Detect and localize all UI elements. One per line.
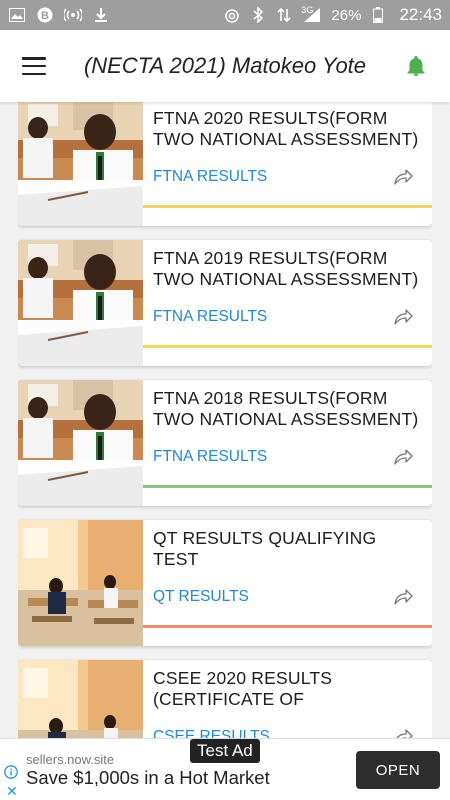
result-thumbnail — [18, 380, 143, 506]
close-icon[interactable]: ✕ — [6, 783, 18, 800]
share-icon[interactable] — [392, 306, 414, 328]
accent-bar — [143, 625, 432, 628]
share-icon[interactable] — [392, 586, 414, 608]
card-body: CSEE 2020 RESULTS (CERTIFICATE OF SECOND… — [143, 660, 432, 740]
card-title: FTNA 2019 RESULTS(FORM TWO NATIONAL ASSE… — [153, 248, 419, 289]
bitcoin-icon: B — [36, 7, 54, 23]
svg-text:B: B — [41, 10, 49, 22]
result-thumbnail — [18, 240, 143, 366]
battery-percent: 26% — [331, 6, 362, 24]
signal-icon: 3G — [301, 5, 323, 23]
ad-headline[interactable]: Save $1,000s in a Hot Market — [26, 767, 270, 789]
app-bar: (NECTA 2021) Matokeo Yote — [0, 30, 450, 102]
page-title: (NECTA 2021) Matokeo Yote — [83, 53, 367, 78]
result-card[interactable]: FTNA 2019 RESULTS(FORM TWO NATIONAL ASSE… — [18, 240, 432, 366]
accent-bar — [143, 345, 432, 348]
accent-bar — [143, 485, 432, 488]
results-link[interactable]: FTNA RESULTS — [153, 168, 267, 186]
result-card[interactable]: CSEE 2020 RESULTS (CERTIFICATE OF SECOND… — [18, 660, 432, 740]
results-link[interactable]: FTNA RESULTS — [153, 448, 267, 466]
card-title: QT RESULTS QUALIFYING TEST — [153, 528, 377, 569]
bluetooth-icon — [249, 7, 267, 23]
results-link[interactable]: QT RESULTS — [153, 588, 249, 606]
result-thumbnail — [18, 660, 143, 740]
share-icon[interactable] — [392, 166, 414, 188]
menu-icon[interactable] — [22, 57, 46, 75]
card-title: FTNA 2018 RESULTS(FORM TWO NATIONAL ASSE… — [153, 388, 419, 429]
share-icon[interactable] — [392, 446, 414, 468]
hotspot-icon — [64, 7, 82, 23]
ad-banner[interactable]: ✕ sellers.now.site Save $1,000s in a Hot… — [0, 738, 450, 800]
clock: 22:43 — [399, 5, 442, 24]
ad-source: sellers.now.site — [26, 752, 115, 767]
result-thumbnail — [18, 520, 143, 646]
result-card[interactable]: FTNA 2018 RESULTS(FORM TWO NATIONAL ASSE… — [18, 380, 432, 506]
ad-label: Test Ad — [190, 739, 260, 763]
status-bar: B 3G 26% 22:43 — [0, 0, 450, 30]
accent-bar — [143, 205, 432, 208]
battery-icon — [369, 7, 387, 23]
card-title: CSEE 2020 RESULTS (CERTIFICATE OF SECOND… — [153, 668, 333, 709]
results-link[interactable]: FTNA RESULTS — [153, 308, 267, 326]
gallery-icon — [8, 7, 26, 23]
data-transfer-icon — [275, 7, 293, 23]
card-title: FTNA 2020 RESULTS(FORM TWO NATIONAL ASSE… — [153, 108, 419, 149]
open-button[interactable]: OPEN — [356, 751, 440, 789]
bell-icon[interactable] — [404, 54, 428, 78]
results-list[interactable]: FTNA 2020 RESULTS(FORM TWO NATIONAL ASSE… — [18, 100, 432, 740]
result-card[interactable]: QT RESULTS QUALIFYING TEST QT RESULTS — [18, 520, 432, 646]
result-card[interactable]: FTNA 2020 RESULTS(FORM TWO NATIONAL ASSE… — [18, 100, 432, 226]
card-body: FTNA 2018 RESULTS(FORM TWO NATIONAL ASSE… — [143, 380, 432, 506]
network-type: 3G — [301, 5, 314, 15]
card-body: FTNA 2019 RESULTS(FORM TWO NATIONAL ASSE… — [143, 240, 432, 366]
card-body: FTNA 2020 RESULTS(FORM TWO NATIONAL ASSE… — [143, 100, 432, 226]
result-thumbnail — [18, 100, 143, 226]
info-icon[interactable] — [4, 765, 18, 779]
cast-icon — [223, 7, 241, 23]
download-icon — [92, 7, 110, 23]
card-body: QT RESULTS QUALIFYING TEST QT RESULTS — [143, 520, 432, 646]
